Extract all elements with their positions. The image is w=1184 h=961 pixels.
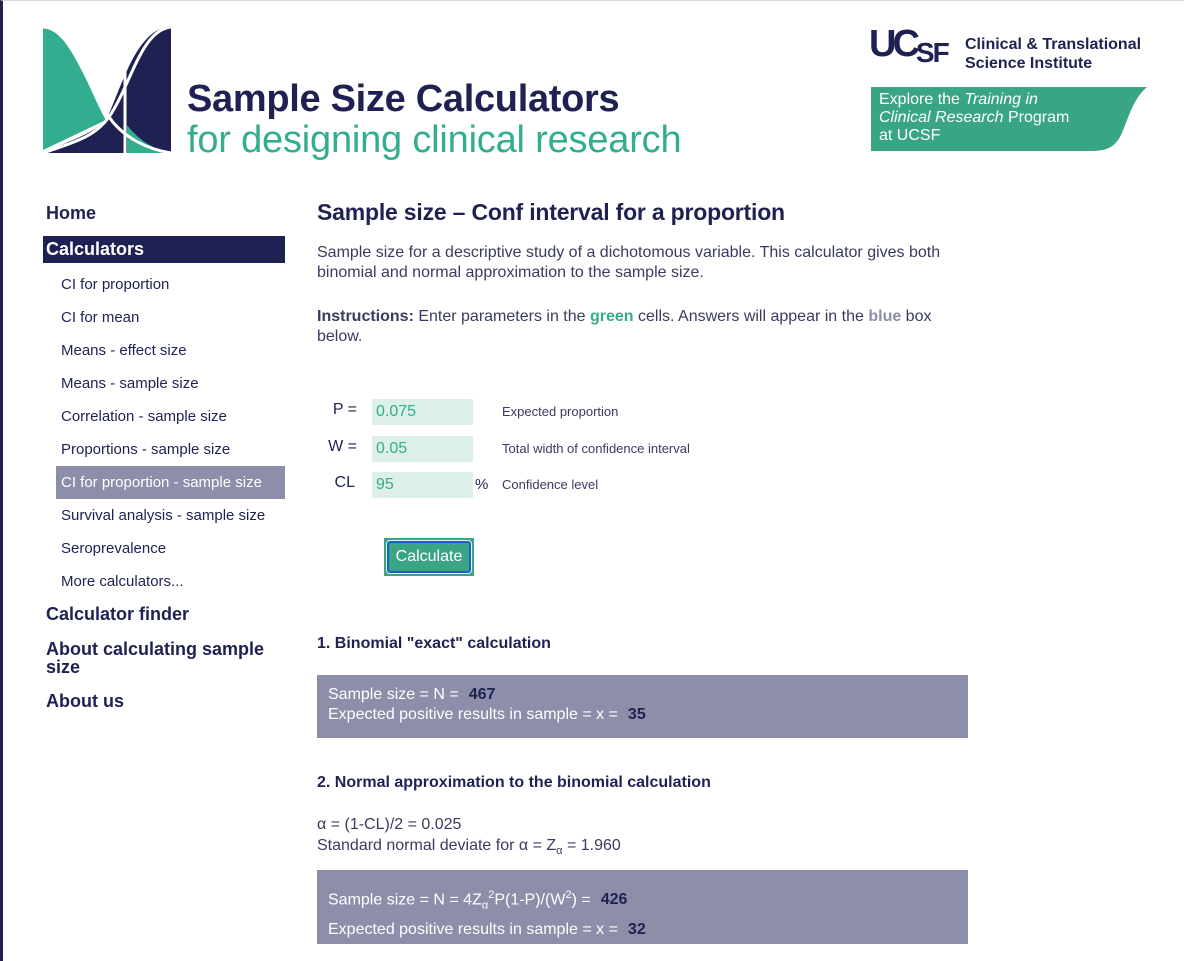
param-label: CL — [334, 474, 355, 491]
calculator-description: Sample size for a descriptive study of a… — [317, 244, 941, 281]
alpha-line: α = (1-CL)/2 = 0.025 — [317, 816, 462, 833]
deviate-line: Standard normal deviate for α = Zα = 1.9… — [317, 835, 621, 862]
result-label: Sample size = N = — [328, 686, 459, 703]
ucsf-logo[interactable]: UCSF — [869, 23, 950, 68]
banner-text-4: Program — [1003, 109, 1070, 126]
sidebar-subitem[interactable]: Means - effect size — [56, 334, 285, 367]
ctsi-name-line1: Clinical & Translational — [965, 36, 1142, 53]
ctsi-name-line2: Science Institute — [965, 55, 1093, 72]
deviate-prefix: Standard normal deviate for α = Z — [317, 837, 557, 854]
result-label: Expected positive results in sample = x … — [328, 706, 618, 723]
banner-text-1: Explore the — [879, 91, 965, 108]
normal-approx-result-box: Sample size = N = 4Zα2P(1-P)/(W2) = 426 E… — [317, 870, 968, 944]
binomial-result-box: Sample size = N = 467 Expected positive r… — [317, 675, 968, 738]
calculate-button-frame: Calculate — [384, 538, 474, 576]
instructions-text-2: cells. Answers will appear in the — [633, 308, 869, 325]
confidence-level-input[interactable] — [372, 472, 473, 498]
site-subtitle: for designing clinical research — [187, 119, 682, 161]
sidebar-subitem[interactable]: CI for proportion - sample size — [56, 466, 285, 499]
result-label: Expected positive results in sample = x … — [328, 920, 618, 938]
binomial-sample-size-value: 467 — [468, 686, 496, 703]
param-row-w: W = Total width of confidence interval — [317, 436, 977, 462]
calculate-button[interactable]: Calculate — [386, 540, 472, 574]
normal-expected-positive-line: Expected positive results in sample = x … — [328, 918, 957, 941]
param-description: Confidence level — [502, 477, 599, 492]
normal-approx-intermediates: α = (1-CL)/2 = 0.025 Standard normal dev… — [317, 814, 621, 862]
sidebar-subitem[interactable]: Seroprevalence — [56, 532, 285, 565]
instructions-blue-word: blue — [868, 308, 902, 325]
banner-text-2: Training in — [964, 91, 1038, 108]
banner-text-5: at UCSF — [879, 127, 941, 144]
sidebar-subitem[interactable]: Proportions - sample size — [56, 433, 285, 466]
percent-unit: % — [475, 476, 489, 493]
proportion-input[interactable] — [372, 399, 473, 425]
formula-prefix: Sample size = N = 4Z — [328, 891, 482, 909]
binomial-expected-positive-line: Expected positive results in sample = x … — [328, 705, 957, 725]
main-content: Sample size – Conf interval for a propor… — [317, 199, 977, 944]
param-label: W = — [328, 438, 357, 455]
calculators-submenu: CI for proportion CI for mean Means - effe… — [43, 268, 285, 598]
banner-text-3: Clinical Research — [879, 109, 1004, 126]
sidebar-item-about-us[interactable]: About us — [43, 689, 285, 714]
sidebar-item-about-sample-size[interactable]: About calculating sample size — [43, 637, 285, 679]
bell-curves-logo-icon — [41, 25, 173, 155]
instructions-label: Instructions: — [317, 308, 414, 325]
normal-expected-positive-value: 32 — [627, 920, 646, 938]
normal-approx-section-heading: 2. Normal approximation to the binomial … — [317, 774, 711, 791]
param-description: Expected proportion — [502, 404, 619, 419]
sidebar-subitem[interactable]: More calculators... — [56, 565, 285, 598]
formula-end: ) = — [571, 891, 591, 909]
param-label: P = — [332, 401, 357, 418]
binomial-section-heading: 1. Binomial "exact" calculation — [317, 635, 551, 652]
formula-subscript: α — [481, 899, 489, 912]
sidebar-nav: Home Calculators CI for proportion CI for… — [43, 201, 285, 714]
training-banner-text: Explore the Training in Clinical Researc… — [879, 91, 1069, 145]
sidebar-item-calculator-finder[interactable]: Calculator finder — [43, 602, 285, 627]
sidebar-subitem[interactable]: CI for mean — [56, 301, 285, 334]
param-description: Total width of confidence interval — [502, 441, 690, 456]
instructions-text-1: Enter parameters in the — [413, 308, 590, 325]
sidebar-subitem[interactable]: Correlation - sample size — [56, 400, 285, 433]
site-logo[interactable] — [41, 25, 173, 155]
site-title: Sample Size Calculators — [187, 78, 620, 120]
sidebar-subitem[interactable]: Survival analysis - sample size — [56, 499, 285, 532]
sidebar-item-home[interactable]: Home — [43, 201, 285, 226]
ucsf-logo-sf: SF — [915, 37, 950, 68]
ucsf-logo-uc: UC — [869, 23, 920, 65]
param-row-p: P = Expected proportion — [317, 399, 977, 425]
page-title: Sample size – Conf interval for a propor… — [317, 199, 785, 225]
binomial-sample-size-line: Sample size = N = 467 — [328, 685, 957, 705]
normal-sample-size-line: Sample size = N = 4Zα2P(1-P)/(W2) = 426 — [328, 884, 957, 918]
training-program-banner[interactable]: Explore the Training in Clinical Researc… — [871, 87, 1147, 151]
param-row-cl: CL % Confidence level — [317, 472, 977, 498]
instructions-green-word: green — [589, 308, 634, 325]
binomial-expected-positive-value: 35 — [627, 706, 646, 723]
width-input[interactable] — [372, 436, 473, 462]
ctsi-name[interactable]: Clinical & Translational Science Institu… — [965, 35, 1141, 73]
formula-mid: P(1-P)/(W — [494, 891, 566, 909]
sidebar-item-calculators[interactable]: Calculators — [43, 236, 285, 263]
sidebar-subitem[interactable]: CI for proportion — [56, 268, 285, 301]
normal-sample-size-value: 426 — [600, 891, 628, 909]
sidebar-subitem[interactable]: Means - sample size — [56, 367, 285, 400]
deviate-suffix: = 1.960 — [562, 837, 621, 854]
instructions: Instructions: Enter parameters in the gr… — [317, 307, 977, 347]
